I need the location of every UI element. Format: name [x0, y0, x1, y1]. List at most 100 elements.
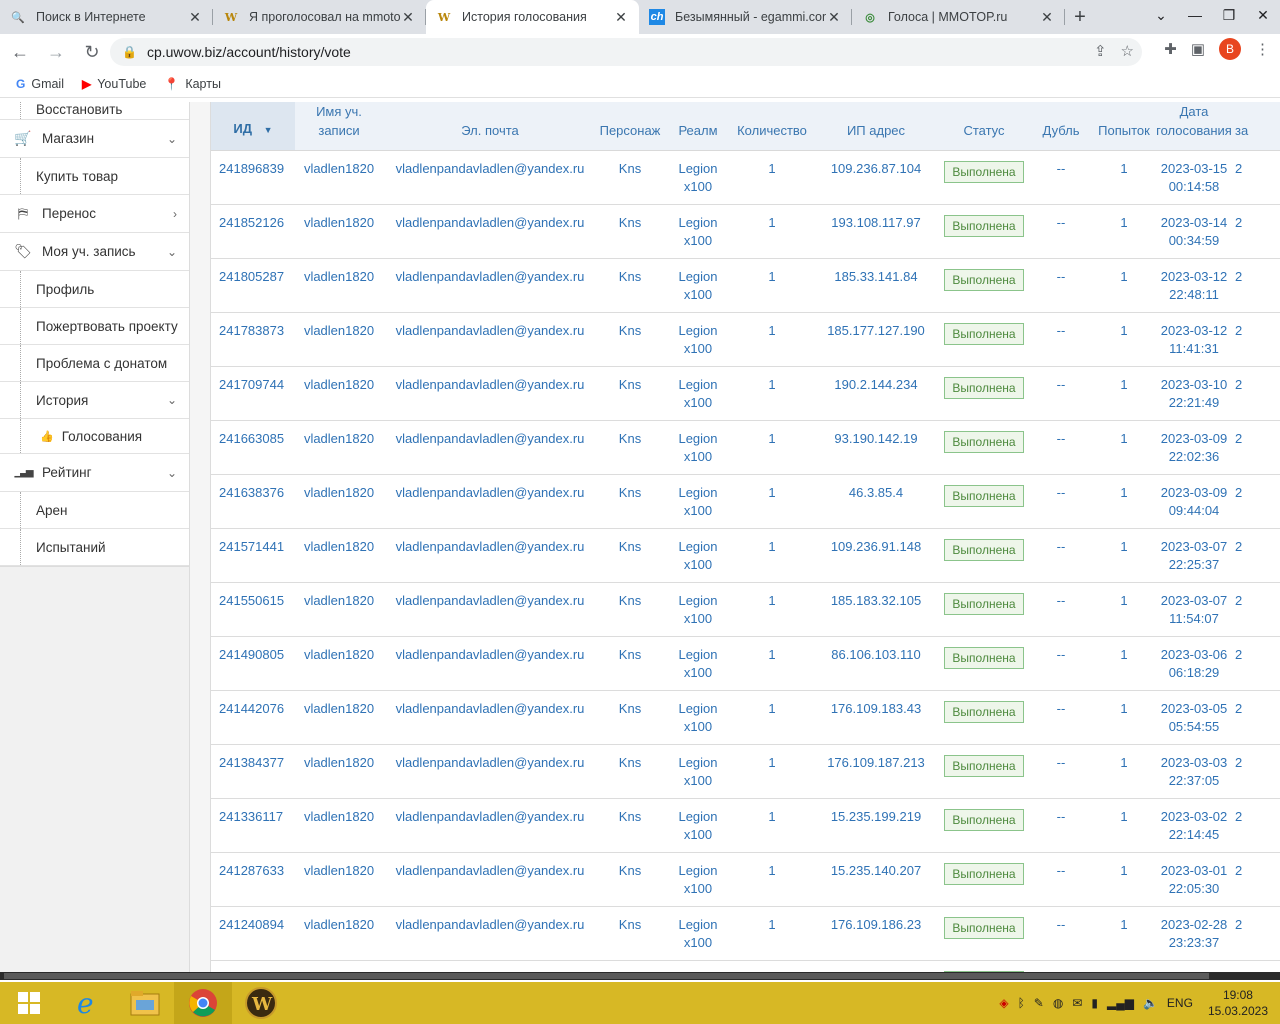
sidebar-item[interactable]: Пожертвовать проекту: [0, 308, 189, 345]
sidebar-item[interactable]: ▁▃▅ Рейтинг ⌄: [0, 454, 189, 492]
network-globe-icon[interactable]: ◍: [1053, 996, 1063, 1010]
browser-tab[interactable]: 🔍 Поиск в Интернете ✕: [0, 0, 213, 34]
cell-id[interactable]: 241442076: [211, 690, 295, 745]
cell-id[interactable]: 241571441: [211, 528, 295, 583]
signal-icon[interactable]: ▂▄▆: [1107, 996, 1134, 1010]
sidebar-item[interactable]: Купить товар: [0, 158, 189, 195]
close-window-icon[interactable]: ✕: [1246, 0, 1280, 30]
sidebar-item[interactable]: История ⌄: [0, 382, 189, 419]
date-text: 2023-03-06: [1160, 647, 1228, 662]
column-header-realm[interactable]: Реалм: [663, 102, 733, 151]
cell-status: Выполнена: [941, 366, 1027, 421]
cell-id[interactable]: 241896839: [211, 150, 295, 205]
cell-id[interactable]: 241336117: [211, 798, 295, 853]
battery-icon[interactable]: ▮: [1091, 996, 1098, 1010]
close-icon[interactable]: ✕: [1039, 9, 1055, 26]
internet-explorer-icon[interactable]: e: [58, 982, 116, 1024]
minimize-icon[interactable]: —: [1178, 0, 1212, 30]
maps-pin-icon: 📍: [164, 76, 180, 91]
share-icon[interactable]: ⇪: [1094, 42, 1107, 60]
cell-id[interactable]: 241237106: [211, 960, 295, 972]
cell-extra: 2: [1235, 474, 1280, 529]
restore-icon[interactable]: ❐: [1212, 0, 1246, 30]
cell-extra: 2: [1235, 906, 1280, 961]
sidebar-item[interactable]: 🛒 Магазин ⌄: [0, 120, 189, 158]
lock-icon[interactable]: 🔒: [122, 45, 137, 59]
back-icon[interactable]: ←: [4, 36, 36, 68]
bookmark-star-icon[interactable]: ☆: [1121, 42, 1134, 60]
cell-id[interactable]: 241384377: [211, 744, 295, 799]
cell-extra: 2: [1235, 528, 1280, 583]
cell-id[interactable]: 241709744: [211, 366, 295, 421]
bookmark-карты[interactable]: 📍 Карты: [164, 77, 221, 91]
cell-character: Kns: [597, 636, 663, 691]
sidebar-item[interactable]: Испытаний: [0, 529, 189, 566]
cell-id[interactable]: 241783873: [211, 312, 295, 367]
browser-tab[interactable]: ch Безымянный - egammi.com ✕: [639, 0, 852, 34]
windows-start-icon[interactable]: [0, 982, 58, 1024]
close-icon[interactable]: ✕: [187, 9, 203, 26]
volume-icon[interactable]: 🔈: [1143, 996, 1158, 1010]
clock[interactable]: 19:08 15.03.2023: [1208, 987, 1268, 1019]
column-header-ip[interactable]: ИП адрес: [811, 102, 941, 151]
column-header-duplicate[interactable]: Дубль: [1027, 102, 1095, 151]
bluetooth-icon[interactable]: ᛒ: [1018, 996, 1025, 1010]
column-header-quantity[interactable]: Количество: [733, 102, 811, 151]
bookmark-gmail[interactable]: G Gmail: [16, 77, 64, 91]
sidebar-item[interactable]: 👍 Голосования: [0, 419, 189, 454]
cell-extra: 2: [1235, 204, 1280, 259]
close-icon[interactable]: ✕: [400, 9, 416, 26]
sidebar-item[interactable]: ⛿ Перенос ›: [0, 195, 189, 233]
cell-id[interactable]: 241805287: [211, 258, 295, 313]
tool-icon[interactable]: ✎: [1034, 996, 1044, 1010]
antivirus-icon[interactable]: ◈: [999, 996, 1008, 1010]
close-icon[interactable]: ✕: [826, 9, 842, 26]
horizontal-scrollbar[interactable]: [0, 972, 1280, 980]
close-icon[interactable]: ✕: [613, 9, 629, 26]
browser-tab[interactable]: W Я проголосовал на mmotop ✕: [213, 0, 426, 34]
column-header-date[interactable]: Дата голосования: [1153, 102, 1235, 151]
column-header-email[interactable]: Эл. почта: [383, 102, 597, 151]
sidebar-item[interactable]: 🏷 Моя уч. запись ⌄: [0, 233, 189, 271]
cell-id[interactable]: 241490805: [211, 636, 295, 691]
column-header-id[interactable]: ИД ▼: [211, 102, 295, 151]
reload-icon[interactable]: ↻: [76, 36, 108, 68]
chevron-down-icon[interactable]: ⌄: [1144, 0, 1178, 30]
column-header-status[interactable]: Статус: [941, 102, 1027, 151]
sidebar-item-restore[interactable]: Восстановить: [0, 102, 189, 120]
extensions-puzzle-icon[interactable]: ✚: [1164, 40, 1177, 58]
chrome-icon[interactable]: [174, 982, 232, 1024]
cell-date: 2023-03-15 00:14:58: [1153, 150, 1235, 205]
file-explorer-icon[interactable]: [116, 982, 174, 1024]
bookmark-youtube[interactable]: ▶ YouTube: [82, 77, 146, 91]
url-text[interactable]: cp.uwow.biz/account/history/vote: [147, 44, 351, 60]
sidebar-item[interactable]: Арен: [0, 492, 189, 529]
cell-id[interactable]: 241287633: [211, 852, 295, 907]
side-panel-icon[interactable]: ▣: [1191, 40, 1205, 58]
time-text: 22:48:11: [1169, 287, 1219, 302]
column-header-account[interactable]: Имя уч. записи: [295, 102, 383, 151]
browser-tab[interactable]: W История голосования ✕: [426, 0, 639, 34]
column-header-attempts[interactable]: Попыток: [1095, 102, 1153, 151]
profile-avatar[interactable]: B: [1219, 38, 1241, 60]
wow-launcher-icon[interactable]: W: [232, 982, 290, 1024]
menu-kebab-icon[interactable]: ⋮: [1255, 40, 1270, 58]
cell-id[interactable]: 241638376: [211, 474, 295, 529]
browser-tab[interactable]: ◎ Голоса | MMOTOP.ru ✕: [852, 0, 1065, 34]
column-header-character[interactable]: Персонаж: [597, 102, 663, 151]
address-bar[interactable]: 🔒 cp.uwow.biz/account/history/vote ⇪ ☆: [110, 38, 1142, 66]
cell-id[interactable]: 241550615: [211, 582, 295, 637]
mail-icon[interactable]: ✉: [1072, 996, 1082, 1010]
cell-id[interactable]: 241240894: [211, 906, 295, 961]
sidebar-item[interactable]: Профиль: [0, 271, 189, 308]
cell-id[interactable]: 241663085: [211, 420, 295, 475]
forward-icon[interactable]: →: [40, 36, 72, 68]
language-indicator[interactable]: ENG: [1167, 996, 1193, 1010]
new-tab-plus-icon[interactable]: +: [1065, 0, 1095, 34]
cell-account: vladlen1820: [295, 366, 383, 421]
scrollbar-thumb[interactable]: [4, 973, 1209, 979]
column-header-extra[interactable]: за: [1235, 102, 1280, 151]
cell-id[interactable]: 241852126: [211, 204, 295, 259]
sidebar-item[interactable]: Проблема с донатом: [0, 345, 189, 382]
table-row: 241663085 vladlen1820 vladlenpandavladlen@…: [211, 420, 1280, 475]
